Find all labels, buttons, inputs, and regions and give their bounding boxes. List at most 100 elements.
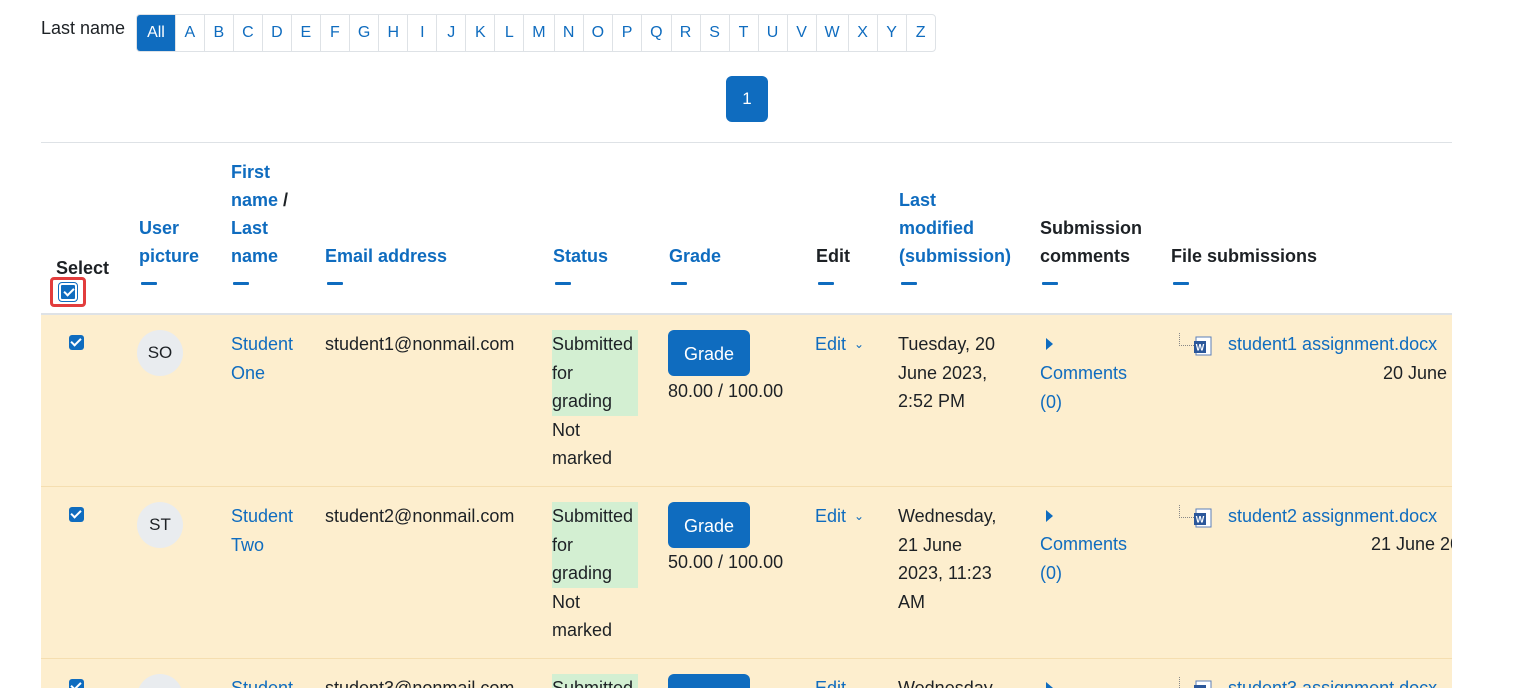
initial-j[interactable]: J <box>436 15 465 51</box>
initial-c[interactable]: C <box>232 15 262 51</box>
tree-connector <box>1179 333 1194 346</box>
edit-menu[interactable]: Edit ⌄ <box>815 674 864 688</box>
triangle-right-icon[interactable] <box>1046 338 1053 350</box>
sort-first-name-2[interactable]: name <box>231 190 278 210</box>
column-file-submissions: File submissions <box>1171 246 1318 266</box>
initial-e[interactable]: E <box>290 15 320 51</box>
column-email[interactable]: Email address <box>325 242 447 270</box>
student-name-link[interactable]: Student One <box>231 330 293 387</box>
initial-g[interactable]: G <box>348 15 378 51</box>
initial-s[interactable]: S <box>699 15 729 51</box>
avatar[interactable] <box>137 674 183 688</box>
table-row: ST Student Two student2@nonmail.com Submi… <box>41 487 1452 659</box>
status-value: Submitted <box>552 674 638 688</box>
initial-r[interactable]: R <box>670 15 700 51</box>
edit-menu[interactable]: Edit ⌄ <box>815 330 864 359</box>
collapse-file-submissions-icon[interactable] <box>1173 282 1189 285</box>
collapse-name-icon[interactable] <box>233 282 249 285</box>
column-status[interactable]: Status <box>553 242 608 270</box>
student-name-link[interactable]: Student <box>231 674 293 688</box>
initials-filter: Last name All A B C D E F G H I J K L M N O P Q R S T U V W X Y Z <box>41 14 936 52</box>
column-last-modified[interactable]: Last modified (submission) <box>899 186 1011 270</box>
file-link[interactable]: student3 assignment.docx <box>1228 674 1437 688</box>
initial-h[interactable]: H <box>378 15 407 51</box>
avatar[interactable]: ST <box>137 502 183 548</box>
initial-i[interactable]: I <box>407 15 436 51</box>
row-select-checkbox[interactable] <box>69 507 84 522</box>
submission-status-badge: Submitted for grading <box>552 330 638 416</box>
collapse-last-modified-icon[interactable] <box>901 282 917 285</box>
submission-status-badge: Submitted for grading <box>552 502 638 588</box>
sort-last-name-2[interactable]: name <box>231 242 288 270</box>
comments-link[interactable]: Comments (0) <box>1040 359 1127 416</box>
initials-bar: All A B C D E F G H I J K L M N O P Q R S T U V W X Y Z <box>136 14 936 52</box>
svg-text:W: W <box>1196 343 1205 353</box>
column-user-picture[interactable]: User picture <box>139 214 199 270</box>
initial-t[interactable]: T <box>728 15 758 51</box>
initial-v[interactable]: V <box>786 15 816 51</box>
email-value: student1@nonmail.com <box>325 334 515 354</box>
avatar[interactable]: SO <box>137 330 183 376</box>
initial-all[interactable]: All <box>137 15 175 51</box>
file-date: 21 June 20 <box>1371 534 1452 554</box>
row-select-checkbox[interactable] <box>69 335 84 350</box>
select-all-checkbox[interactable] <box>59 283 77 301</box>
initial-k[interactable]: K <box>465 15 494 51</box>
initial-p[interactable]: P <box>612 15 641 51</box>
status-value: Submitted for grading Not marked <box>552 330 638 473</box>
initial-o[interactable]: O <box>582 15 612 51</box>
initials-label: Last name <box>41 18 126 38</box>
collapse-comments-icon[interactable] <box>1042 282 1058 285</box>
file-link[interactable]: student1 assignment.docx <box>1228 330 1437 359</box>
comments-link[interactable]: Comments (0) <box>1040 530 1127 587</box>
chevron-down-icon: ⌄ <box>854 509 865 523</box>
word-doc-icon: W <box>1194 508 1212 528</box>
initial-z[interactable]: Z <box>905 15 935 51</box>
row-select-checkbox[interactable] <box>69 679 84 688</box>
column-grade[interactable]: Grade <box>669 242 721 270</box>
triangle-right-icon[interactable] <box>1046 682 1053 688</box>
collapse-status-icon[interactable] <box>555 282 571 285</box>
sort-last-name[interactable]: Last <box>231 214 288 242</box>
triangle-right-icon[interactable] <box>1046 510 1053 522</box>
initial-w[interactable]: W <box>815 15 848 51</box>
collapse-user-picture-icon[interactable] <box>141 282 157 285</box>
column-name: First name / Last name <box>231 158 288 270</box>
initial-q[interactable]: Q <box>641 15 670 51</box>
initial-l[interactable]: L <box>494 15 523 51</box>
chevron-down-icon: ⌄ <box>854 337 865 351</box>
initial-m[interactable]: M <box>523 15 553 51</box>
grade-button[interactable]: Grade <box>668 330 750 376</box>
email-value: student3@nonmail.com <box>325 678 515 688</box>
tree-connector <box>1179 677 1194 688</box>
initial-u[interactable]: U <box>757 15 787 51</box>
last-modified-value: Wednesday, 21 June 2023, 11:23 AM <box>898 506 997 612</box>
submission-status-badge: Submitted <box>552 674 638 688</box>
initial-n[interactable]: N <box>553 15 583 51</box>
grade-button[interactable] <box>668 674 750 688</box>
page-1-button[interactable]: 1 <box>726 76 768 122</box>
last-modified-value: Tuesday, 20 June 2023, 2:52 PM <box>898 334 996 411</box>
grade-button[interactable]: Grade <box>668 502 750 548</box>
initial-f[interactable]: F <box>319 15 349 51</box>
initial-a[interactable]: A <box>174 15 204 51</box>
last-modified-value: Wednesday, <box>898 678 997 688</box>
email-value: student2@nonmail.com <box>325 506 515 526</box>
initial-x[interactable]: X <box>847 15 877 51</box>
file-link[interactable]: student2 assignment.docx <box>1228 502 1437 531</box>
collapse-grade-icon[interactable] <box>671 282 687 285</box>
column-edit: Edit <box>816 246 850 266</box>
file-date: 20 June <box>1383 363 1448 383</box>
svg-text:W: W <box>1196 515 1205 525</box>
word-doc-icon: W <box>1194 680 1212 688</box>
initial-y[interactable]: Y <box>876 15 906 51</box>
initial-b[interactable]: B <box>203 15 233 51</box>
student-name-link[interactable]: Student Two <box>231 502 293 559</box>
sort-first-name[interactable]: First <box>231 158 288 186</box>
tree-connector <box>1179 505 1194 518</box>
collapse-edit-icon[interactable] <box>818 282 834 285</box>
collapse-email-icon[interactable] <box>327 282 343 285</box>
edit-menu[interactable]: Edit ⌄ <box>815 502 864 531</box>
divider <box>41 142 1452 143</box>
initial-d[interactable]: D <box>261 15 291 51</box>
